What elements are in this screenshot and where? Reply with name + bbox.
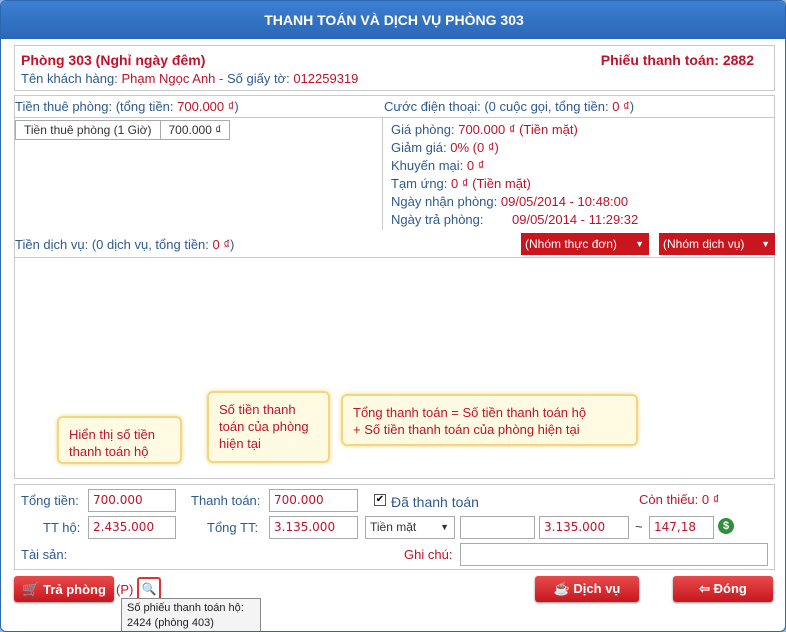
chevron-down-icon: ▼ xyxy=(440,522,449,532)
service-button[interactable]: ☕ Dịch vụ xyxy=(535,576,639,602)
customer-line: Tên khách hàng: Phạm Ngọc Anh - Số giấy … xyxy=(21,71,358,86)
remaining-value: 0 ₫ xyxy=(701,492,720,507)
total-label: Tổng tiền: xyxy=(21,493,79,508)
proxy-input[interactable]: 2.435.000 xyxy=(88,516,176,539)
dollar-icon[interactable]: $ xyxy=(718,518,734,534)
id-label: - Số giấy tờ: xyxy=(215,71,294,86)
approx-sign: ~ xyxy=(635,519,643,534)
tip-room-payment: Số tiền thanh toán của phòng hiện tại xyxy=(207,391,330,463)
promo-line: Khuyến mại: 0 ₫ xyxy=(391,157,638,175)
column-divider xyxy=(382,118,383,230)
paid-label: Đã thanh toán xyxy=(391,494,479,510)
grand-total-input[interactable]: 3.135.000 xyxy=(269,516,358,539)
proxy-label: TT hộ: xyxy=(43,520,81,535)
room-name: Phòng 303 (Nghỉ ngày đêm) xyxy=(21,52,206,68)
invoice-number: Phiếu thanh toán: 2882 xyxy=(600,52,754,68)
usd-input[interactable]: 147,18 xyxy=(649,516,714,539)
proxy-invoice-tooltip: Số phiếu thanh toán hộ: 2424 (phòng 403) xyxy=(121,598,261,631)
rent-label: Tiền thuê phòng: (tổng tiền: 700.000 ₫) xyxy=(15,99,239,114)
pay-label: Thanh toán: xyxy=(191,493,261,508)
service-group-dropdown[interactable]: (Nhóm dịch vụ) ▼ xyxy=(659,233,775,255)
exit-arrow-icon: ⇦ xyxy=(699,581,711,596)
discount-value: 0% (0 ₫) xyxy=(450,140,499,155)
tip-proxy-text: Hiển thị số tiền thanh toán hộ xyxy=(69,427,155,459)
summary-list: Giá phòng: 700.000 ₫ (Tiền mặt) Giảm giá… xyxy=(391,121,638,229)
room-header-box: Phòng 303 (Nghỉ ngày đêm) Phiếu thanh to… xyxy=(14,45,775,91)
total-input[interactable]: 700.000 xyxy=(88,489,176,512)
remaining-line: Còn thiếu: 0 ₫ xyxy=(639,492,719,507)
payment-method-value: Tiền mặt xyxy=(370,520,417,534)
rent-close: ) xyxy=(234,99,239,114)
payment-method-select[interactable]: Tiền mặt ▼ xyxy=(365,516,455,539)
checkout-button-label: Trả phòng xyxy=(43,582,106,597)
remaining-label: Còn thiếu: xyxy=(639,492,702,507)
discount-line: Giảm giá: 0% (0 ₫) xyxy=(391,139,638,157)
checkin-value: 09/05/2014 - 10:48:00 xyxy=(500,194,629,209)
chevron-down-icon: ▼ xyxy=(761,239,770,249)
checkin-label: Ngày nhận phòng: xyxy=(391,194,501,209)
checkout-label: Ngày trả phòng: xyxy=(391,212,484,227)
rent-row-value: 700.000 ₫ xyxy=(159,120,231,140)
service-button-label: Dịch vụ xyxy=(573,581,621,596)
services-close: ) xyxy=(230,237,235,252)
room-price-label: Giá phòng: xyxy=(391,122,459,137)
rent-row-label: Tiền thuê phòng (1 Giờ) xyxy=(15,120,161,140)
promo-label: Khuyến mại: xyxy=(391,158,467,173)
phone-label-text: Cước điện thoại: (0 cuộc gọi, tổng tiền: xyxy=(384,99,613,114)
phone-total: 0 ₫ xyxy=(612,99,630,114)
payment-dialog: THANH TOÁN VÀ DỊCH VỤ PHÒNG 303 Phòng 30… xyxy=(0,0,786,632)
tooltip-line1: Số phiếu thanh toán hộ: xyxy=(127,602,244,614)
checkout-button[interactable]: 🛒 Trả phòng xyxy=(14,576,114,602)
checkout-shortcut: (P) xyxy=(116,582,134,597)
promo-value: 0 ₫ xyxy=(466,158,485,173)
menu-group-dropdown[interactable]: (Nhóm thực đơn) ▼ xyxy=(521,233,649,255)
checkout-line: Ngày trả phòng: 09/05/2014 - 11:29:32 xyxy=(391,211,638,229)
tooltip-line2: 2424 (phòng 403) xyxy=(127,617,214,629)
room-price-line: Giá phòng: 700.000 ₫ (Tiền mặt) xyxy=(391,121,638,139)
tip-total-line1: Tổng thanh toán = Số tiền thanh toán hộ xyxy=(353,405,587,420)
section-divider xyxy=(14,117,775,118)
advance-value: 0 ₫ (Tiền mặt) xyxy=(451,176,531,191)
paid-checkbox[interactable]: ✔ xyxy=(374,494,386,506)
menu-group-label: (Nhóm thực đơn) xyxy=(525,237,617,251)
rent-table: Tiền thuê phòng (1 Giờ) 700.000 ₫ xyxy=(15,120,231,140)
checkin-line: Ngày nhận phòng: 09/05/2014 - 10:48:00 xyxy=(391,193,638,211)
note-input[interactable] xyxy=(460,543,768,566)
foreign-currency-input[interactable] xyxy=(460,516,535,539)
advance-line: Tạm ứng: 0 ₫ (Tiền mặt) xyxy=(391,175,638,193)
rent-total: 700.000 ₫ xyxy=(177,99,235,114)
id-number: 012259319 xyxy=(293,71,359,86)
tip-total-payment: Tổng thanh toán = Số tiền thanh toán hộ … xyxy=(341,394,638,446)
table-row: Tiền thuê phòng (1 Giờ) 700.000 ₫ xyxy=(15,120,231,140)
room-price-value: 700.000 ₫ (Tiền mặt) xyxy=(458,122,578,137)
rent-label-text: Tiền thuê phòng: (tổng tiền: xyxy=(15,99,178,114)
grand-label: Tổng TT: xyxy=(207,520,259,535)
chevron-down-icon: ▼ xyxy=(635,239,644,249)
cart-icon: 🛒 xyxy=(22,581,40,597)
close-button-label: Đóng xyxy=(713,581,747,596)
dialog-title: THANH TOÁN VÀ DỊCH VỤ PHÒNG 303 xyxy=(1,1,785,39)
customer-name: Phạm Ngọc Anh xyxy=(121,71,216,86)
service-group-label: (Nhóm dịch vụ) xyxy=(663,237,745,251)
asset-label: Tài sản: xyxy=(21,547,68,562)
advance-label: Tạm ứng: xyxy=(391,176,451,191)
customer-label: Tên khách hàng: xyxy=(21,71,122,86)
tip-room-text: Số tiền thanh toán của phòng hiện tại xyxy=(219,402,309,451)
services-total: 0 ₫ xyxy=(212,237,231,252)
note-label: Ghi chú: xyxy=(404,547,453,562)
tip-proxy-payment: Hiển thị số tiền thanh toán hộ xyxy=(57,416,182,464)
amount-input[interactable]: 3.135.000 xyxy=(539,516,629,539)
close-button[interactable]: ⇦ Đóng xyxy=(673,576,773,602)
discount-label: Giảm giá: xyxy=(391,140,451,155)
pay-input[interactable]: 700.000 xyxy=(269,489,358,512)
tip-total-line2: + Số tiền thanh toán của phòng hiện tại xyxy=(353,422,580,437)
coffee-cup-icon: ☕ xyxy=(553,581,570,596)
services-label-text: Tiền dịch vụ: (0 dịch vụ, tổng tiền: xyxy=(15,237,213,252)
phone-close: ) xyxy=(629,99,635,114)
services-label: Tiền dịch vụ: (0 dịch vụ, tổng tiền: 0 ₫… xyxy=(15,237,234,252)
checkout-value: 09/05/2014 - 11:29:32 xyxy=(512,212,639,227)
phone-label: Cước điện thoại: (0 cuộc gọi, tổng tiền:… xyxy=(384,99,634,114)
